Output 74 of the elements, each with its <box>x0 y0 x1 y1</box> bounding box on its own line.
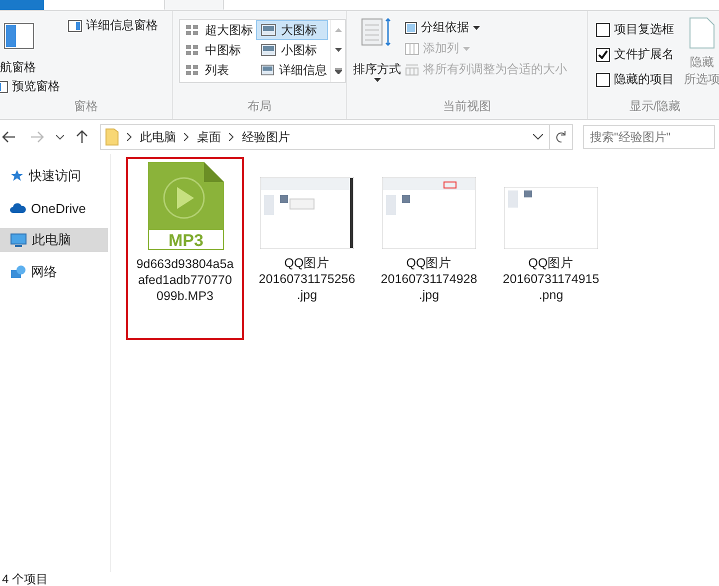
dropdown-icon[interactable] <box>533 134 543 140</box>
star-icon <box>10 169 24 183</box>
nav-item[interactable]: 快速访问 <box>0 164 108 188</box>
view-icon <box>261 64 274 76</box>
file-name: 9d663d93804a5aafed1adb770770099b.MP3 <box>136 256 234 304</box>
checkbox-option[interactable]: 文件扩展名 <box>596 42 684 67</box>
nav-item[interactable]: OneDrive <box>0 196 108 220</box>
recent-icon[interactable] <box>56 134 64 140</box>
file-tile[interactable]: QQ图片20160731174928.jpg <box>370 157 488 322</box>
view-icon <box>261 44 276 56</box>
item-count: 4 个项目 <box>1 572 50 586</box>
network-icon <box>10 264 26 280</box>
group-label: 窗格 <box>73 98 99 115</box>
file-tile[interactable]: QQ图片20160731175256.jpg <box>248 157 366 322</box>
checkbox[interactable] <box>596 72 610 86</box>
refresh-icon <box>556 131 566 143</box>
column-icon <box>405 42 419 54</box>
pane-icon <box>68 20 82 32</box>
breadcrumb[interactable]: 经验图片 <box>242 128 290 146</box>
audio-file-icon: MP3 <box>146 162 224 250</box>
checkbox[interactable] <box>596 22 610 36</box>
chevron-icon <box>229 133 234 141</box>
scroll-down-icon[interactable] <box>334 48 342 52</box>
chevron-icon <box>184 133 189 141</box>
group-icon <box>405 22 417 34</box>
expand-icon[interactable] <box>334 68 342 74</box>
layout-option[interactable]: 详细信息 <box>256 60 328 80</box>
checkbox[interactable] <box>596 48 610 62</box>
folder-icon <box>105 128 119 146</box>
file-name: QQ图片20160731175256.jpg <box>258 255 356 303</box>
search-field[interactable]: 搜索"经验图片" <box>583 125 715 149</box>
dropdown-icon <box>473 26 480 30</box>
refresh-button[interactable] <box>550 124 573 150</box>
view-icon <box>261 24 276 36</box>
chevron-icon <box>127 133 132 141</box>
layout-option[interactable]: 列表 <box>180 60 256 80</box>
view-icon <box>185 24 200 36</box>
layout-option[interactable]: 中图标 <box>180 40 256 60</box>
checkbox-label: 隐藏的项目 <box>614 71 674 88</box>
computer-icon <box>10 233 27 247</box>
view-icon <box>185 44 200 56</box>
dropdown-icon <box>463 46 470 50</box>
sort-button[interactable]: 排序方式 <box>353 61 401 78</box>
checkbox-label: 文件扩展名 <box>614 46 674 63</box>
layout-option[interactable]: 大图标 <box>256 20 328 40</box>
group-by-button[interactable]: 分组依据 <box>405 17 567 38</box>
breadcrumb[interactable]: 桌面 <box>197 128 221 146</box>
dropdown-icon[interactable] <box>374 78 380 82</box>
group-label: 当前视图 <box>442 98 492 115</box>
cloud-icon <box>10 203 26 213</box>
checkbox-option[interactable]: 项目复选框 <box>596 17 684 42</box>
nav-item[interactable]: 此电脑 <box>0 228 108 252</box>
check-icon <box>598 50 608 59</box>
address-bar[interactable]: 此电脑 桌面 经验图片 <box>100 124 550 150</box>
navigation-pane-icon[interactable] <box>4 23 34 49</box>
layout-option[interactable]: 超大图标 <box>180 20 256 40</box>
details-pane-button[interactable]: 详细信息窗格 <box>68 15 158 36</box>
checkbox-label: 项目复选框 <box>614 21 674 38</box>
file-tile[interactable]: QQ图片20160731174915.png <box>492 157 610 322</box>
preview-pane-button[interactable]: 预览窗格 <box>0 76 68 97</box>
navigation-pane-button[interactable]: 航窗格 <box>0 59 68 76</box>
layout-option[interactable]: 小图标 <box>256 40 328 60</box>
file-name: QQ图片20160731174915.png <box>502 255 600 303</box>
breadcrumb[interactable]: 此电脑 <box>140 128 176 146</box>
file-name: QQ图片20160731174928.jpg <box>380 255 478 303</box>
view-icon <box>185 64 200 76</box>
group-label: 显示/隐藏 <box>628 98 682 115</box>
file-tile[interactable]: MP3 9d663d93804a5aafed1adb770770099b.MP3 <box>126 157 244 340</box>
up-icon[interactable] <box>76 130 88 144</box>
group-label: 布局 <box>246 98 272 115</box>
fit-columns-icon <box>405 64 419 76</box>
nav-item[interactable]: 网络 <box>0 260 108 284</box>
checkbox-option[interactable]: 隐藏的项目 <box>596 67 684 92</box>
back-icon[interactable] <box>2 131 16 143</box>
